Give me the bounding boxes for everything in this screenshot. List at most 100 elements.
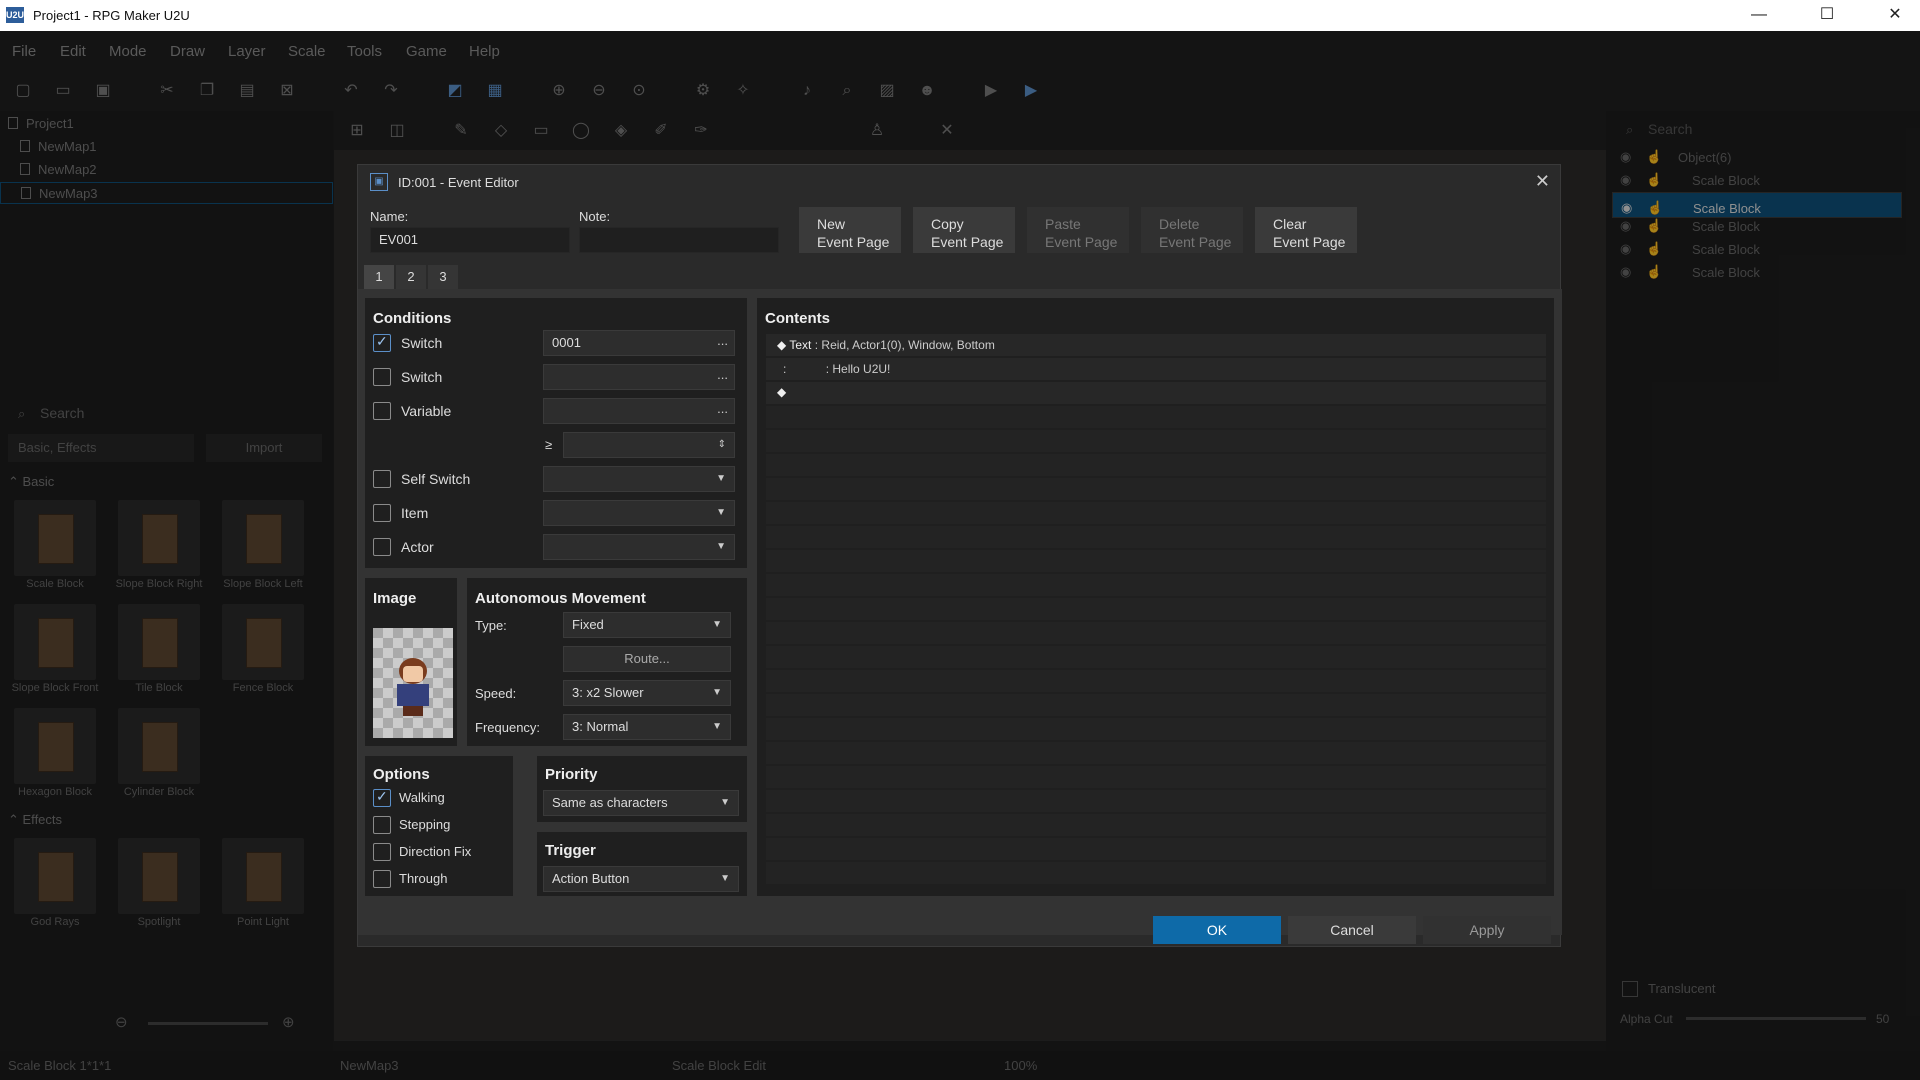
through-checkbox[interactable]: [373, 870, 391, 888]
button-line: Event Page: [1045, 234, 1118, 250]
empty-row: [766, 550, 1546, 572]
character-image[interactable]: [373, 628, 453, 738]
movement-type-dropdown[interactable]: Fixed ▼: [563, 612, 731, 638]
line-separator: :: [825, 362, 830, 376]
frequency-dropdown[interactable]: 3: Normal ▼: [563, 714, 731, 740]
command-args: Reid, Actor1(0), Window, Bottom: [821, 338, 995, 352]
empty-row: [766, 838, 1546, 860]
type-value: Fixed: [572, 617, 604, 632]
route-button[interactable]: Route...: [563, 646, 731, 672]
event-editor-dialog: ▣ ID:001 - Event Editor ✕ Name: EV001 No…: [357, 164, 1562, 947]
ok-button[interactable]: OK: [1153, 916, 1281, 944]
variable-checkbox[interactable]: [373, 402, 391, 420]
actor-dropdown[interactable]: ▼: [543, 534, 735, 560]
tab-page-2[interactable]: 2: [396, 265, 426, 289]
close-icon[interactable]: ✕: [1535, 171, 1550, 192]
new-event-page-button[interactable]: New Event Page: [799, 207, 901, 253]
empty-row: [766, 742, 1546, 764]
title-bar: U2U Project1 - RPG Maker U2U — ☐ ✕: [0, 0, 1920, 31]
priority-title: Priority: [545, 766, 598, 783]
image-panel: Image: [364, 577, 458, 747]
name-input[interactable]: EV001: [370, 227, 570, 253]
line-prefix: :: [783, 362, 787, 376]
minimize-button[interactable]: —: [1736, 4, 1782, 26]
switch2-checkbox[interactable]: [373, 368, 391, 386]
tab-page-3[interactable]: 3: [428, 265, 458, 289]
copy-event-page-button[interactable]: Copy Event Page: [913, 207, 1015, 253]
button-line: Copy: [931, 216, 964, 232]
chevron-down-icon: ▼: [716, 473, 726, 484]
variable-label: Variable: [401, 403, 452, 419]
clear-event-page-button[interactable]: Clear Event Page: [1255, 207, 1357, 253]
diamond-icon: ◆: [777, 385, 787, 399]
empty-row: [766, 526, 1546, 548]
stepping-checkbox[interactable]: [373, 816, 391, 834]
actor-checkbox[interactable]: [373, 538, 391, 556]
text-continuation-line[interactable]: : : Hello U2U!: [783, 362, 890, 376]
switch1-selector[interactable]: 0001...: [543, 330, 735, 356]
button-line: Event Page: [1159, 234, 1232, 250]
character-face: [403, 666, 423, 682]
empty-row: [766, 670, 1546, 692]
event-icon: ▣: [370, 173, 388, 191]
empty-row: [766, 646, 1546, 668]
app-icon: U2U: [6, 7, 24, 23]
movement-panel: Autonomous Movement Type: Fixed ▼ Route..…: [466, 577, 748, 747]
paste-event-page-button[interactable]: Paste Event Page: [1027, 207, 1129, 253]
maximize-button[interactable]: ☐: [1804, 4, 1850, 26]
trigger-dropdown[interactable]: Action Button ▼: [543, 866, 739, 892]
command-separator: :: [814, 338, 819, 352]
message-text: Hello U2U!: [832, 362, 891, 376]
empty-row: [766, 718, 1546, 740]
item-label: Item: [401, 505, 429, 521]
direction-fix-checkbox[interactable]: [373, 843, 391, 861]
empty-row: [766, 502, 1546, 524]
walking-label: Walking: [399, 790, 445, 805]
walking-checkbox[interactable]: [373, 788, 391, 807]
movement-title: Autonomous Movement: [475, 590, 646, 607]
tab-page-1[interactable]: 1: [364, 265, 394, 289]
ellipsis-icon: ...: [717, 401, 728, 416]
character-body: [397, 684, 429, 706]
frequency-value: 3: Normal: [572, 719, 629, 734]
note-input[interactable]: [579, 227, 779, 253]
through-label: Through: [399, 871, 448, 886]
apply-button[interactable]: Apply: [1423, 916, 1551, 944]
stepping-label: Stepping: [399, 817, 451, 832]
variable-selector[interactable]: ...: [543, 398, 735, 424]
delete-event-page-button[interactable]: Delete Event Page: [1141, 207, 1243, 253]
contents-title: Contents: [765, 310, 830, 327]
self-switch-label: Self Switch: [401, 471, 471, 487]
conditions-title: Conditions: [373, 310, 452, 327]
close-window-button[interactable]: ✕: [1872, 4, 1918, 26]
switch1-checkbox[interactable]: [373, 333, 391, 352]
switch2-label: Switch: [401, 369, 443, 385]
button-line: New: [817, 216, 846, 232]
variable-value-spinner[interactable]: ⇕: [563, 432, 735, 458]
speed-value: 3: x2 Slower: [572, 685, 644, 700]
image-title: Image: [373, 590, 417, 607]
speed-label: Speed:: [475, 686, 517, 701]
command-name: Text: [789, 338, 812, 352]
self-switch-checkbox[interactable]: [373, 470, 391, 488]
self-switch-dropdown[interactable]: ▼: [543, 466, 735, 492]
item-dropdown[interactable]: ▼: [543, 500, 735, 526]
empty-row: [766, 862, 1546, 884]
empty-command-line[interactable]: ◆: [777, 385, 786, 399]
chevron-down-icon: ▼: [716, 507, 726, 518]
cancel-button[interactable]: Cancel: [1288, 916, 1416, 944]
priority-panel: Priority Same as characters ▼: [536, 755, 748, 823]
spinner-icon[interactable]: ⇕: [718, 433, 726, 457]
priority-dropdown[interactable]: Same as characters ▼: [543, 790, 739, 816]
empty-row: [766, 766, 1546, 788]
command-row[interactable]: [766, 382, 1546, 404]
speed-dropdown[interactable]: 3: x2 Slower ▼: [563, 680, 731, 706]
item-checkbox[interactable]: [373, 504, 391, 522]
text-command-line[interactable]: ◆ Text : Reid, Actor1(0), Window, Bottom: [777, 338, 995, 352]
empty-row: [766, 574, 1546, 596]
switch2-selector[interactable]: ...: [543, 364, 735, 390]
chevron-down-icon: ▼: [712, 687, 722, 698]
options-title: Options: [373, 766, 430, 783]
button-line: Event Page: [817, 234, 890, 250]
button-line: Delete: [1159, 216, 1200, 232]
